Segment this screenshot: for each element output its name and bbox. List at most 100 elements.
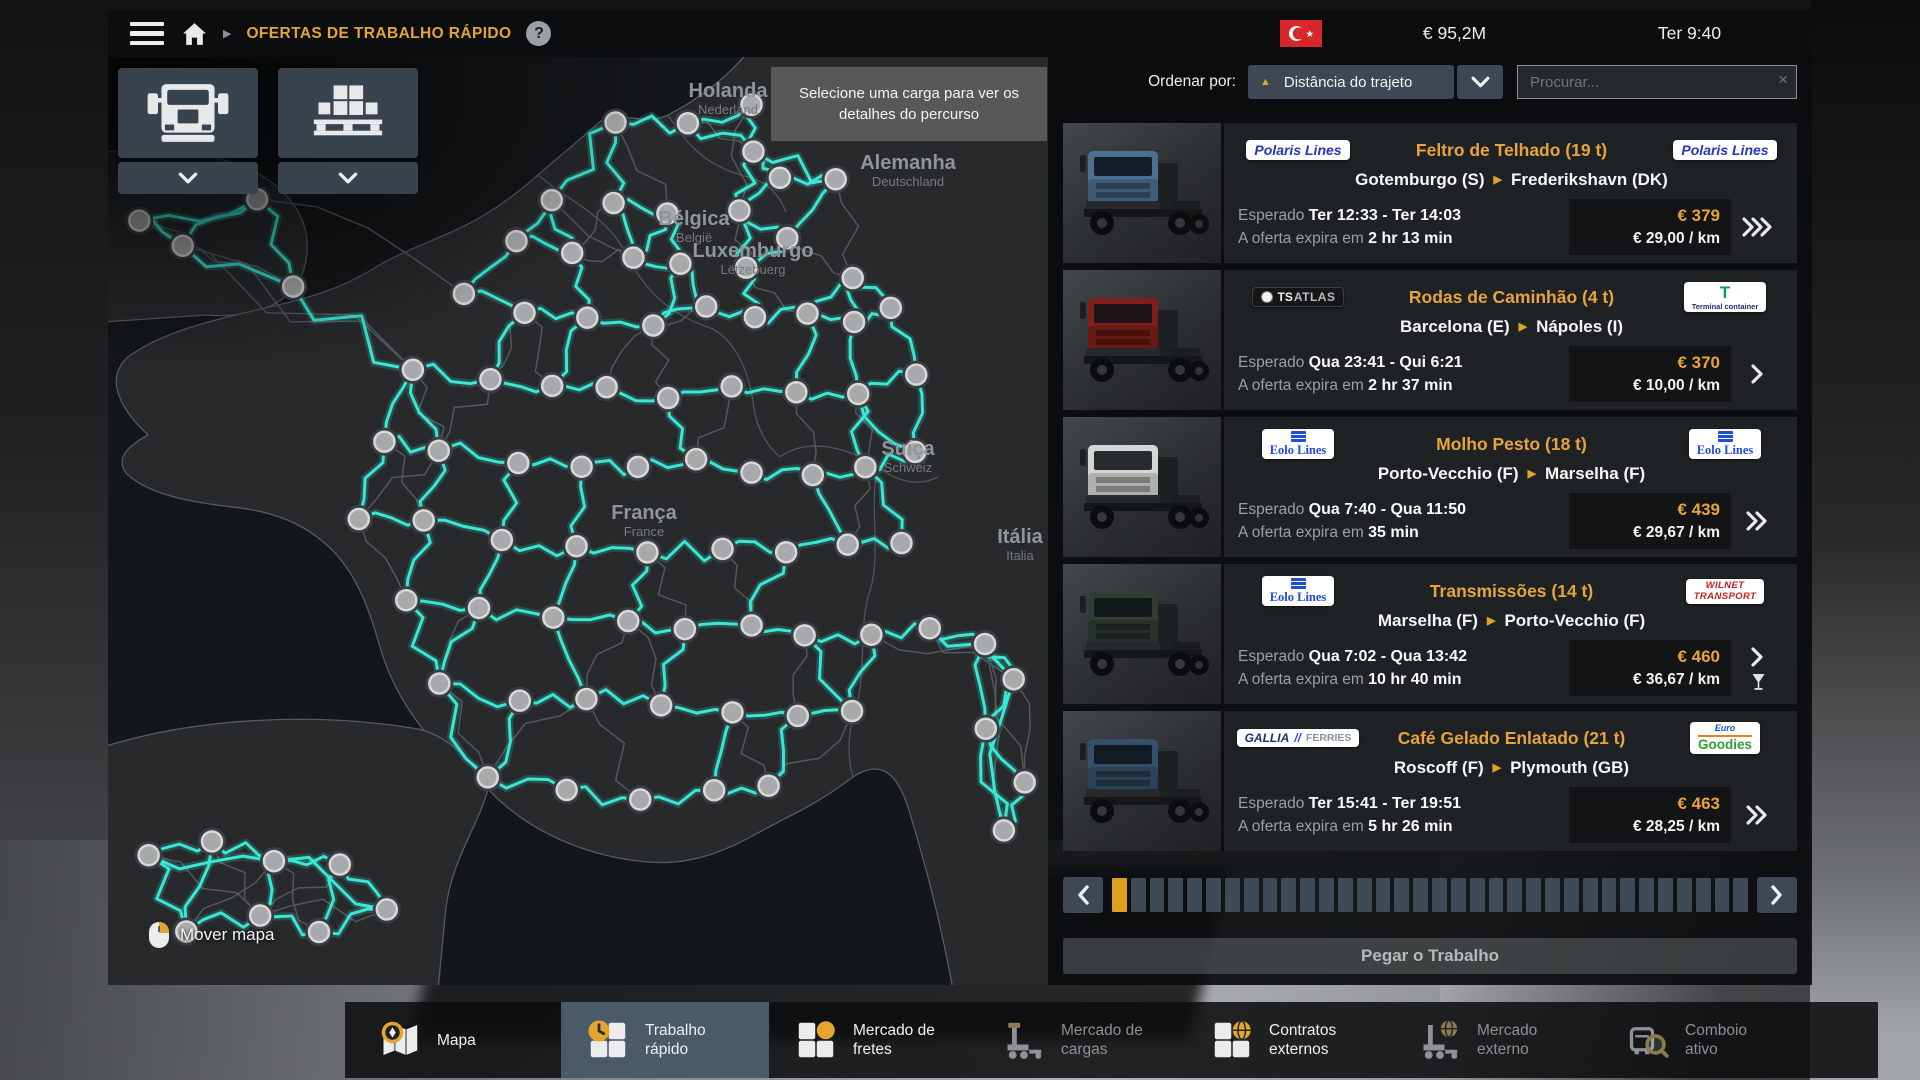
city-marker[interactable] [202, 831, 222, 851]
page-segment[interactable] [1413, 878, 1428, 912]
city-marker[interactable] [396, 590, 416, 610]
city-marker[interactable] [139, 845, 159, 865]
job-card[interactable]: Eolo Lines Transmissões (14 t) WILNETTRA… [1063, 564, 1797, 704]
page-segment[interactable] [1263, 878, 1278, 912]
city-marker[interactable] [630, 790, 650, 810]
city-marker[interactable] [881, 298, 901, 318]
city-marker[interactable] [506, 231, 526, 251]
city-marker[interactable] [542, 376, 562, 396]
page-segment[interactable] [1168, 878, 1183, 912]
city-marker[interactable] [786, 382, 806, 402]
city-marker[interactable] [742, 463, 762, 483]
city-marker[interactable] [597, 377, 617, 397]
take-job-button[interactable]: Pegar o Trabalho [1063, 938, 1797, 974]
city-marker[interactable] [330, 855, 350, 875]
nav-tab-quick-job[interactable]: Trabalho rápido [561, 1002, 769, 1078]
city-marker[interactable] [454, 284, 474, 304]
page-segment[interactable] [1733, 878, 1748, 912]
city-marker[interactable] [576, 689, 596, 709]
city-marker[interactable] [628, 457, 648, 477]
menu-icon[interactable] [128, 18, 166, 50]
city-marker[interactable] [637, 542, 657, 562]
page-segment[interactable] [1131, 878, 1146, 912]
city-marker[interactable] [606, 113, 626, 133]
city-marker[interactable] [759, 776, 779, 796]
page-segment[interactable] [1639, 878, 1654, 912]
page-segment[interactable] [1489, 878, 1504, 912]
page-segment[interactable] [1281, 878, 1296, 912]
city-marker[interactable] [283, 277, 303, 297]
city-marker[interactable] [1015, 772, 1035, 792]
search-clear-icon[interactable]: × [1778, 70, 1788, 90]
city-marker[interactable] [577, 308, 597, 328]
city-marker[interactable] [994, 820, 1014, 840]
city-marker[interactable] [604, 193, 624, 213]
nav-tab-map[interactable]: Mapa [353, 1002, 561, 1078]
city-marker[interactable] [696, 297, 716, 317]
city-marker[interactable] [572, 457, 592, 477]
nav-tab-external-contracts[interactable]: Contratos externos [1185, 1002, 1393, 1078]
home-icon[interactable] [181, 21, 208, 46]
city-marker[interactable] [891, 533, 911, 553]
city-marker[interactable] [678, 113, 698, 133]
city-marker[interactable] [508, 453, 528, 473]
city-marker[interactable] [722, 376, 742, 396]
page-segment[interactable] [1394, 878, 1409, 912]
page-segment[interactable] [1244, 878, 1259, 912]
city-marker[interactable] [776, 542, 796, 562]
city-marker[interactable] [976, 719, 996, 739]
page-segment[interactable] [1112, 878, 1127, 912]
page-segment[interactable] [1451, 878, 1466, 912]
city-marker[interactable] [643, 315, 663, 335]
city-marker[interactable] [414, 510, 434, 530]
city-marker[interactable] [492, 530, 512, 550]
page-segment[interactable] [1319, 878, 1334, 912]
city-marker[interactable] [844, 312, 864, 332]
city-marker[interactable] [469, 598, 489, 618]
sort-dropdown-chevron-button[interactable] [1457, 65, 1503, 99]
page-segment[interactable] [1432, 878, 1447, 912]
city-marker[interactable] [429, 441, 449, 461]
city-marker[interactable] [515, 303, 535, 323]
city-marker[interactable] [838, 535, 858, 555]
sort-dropdown[interactable]: ▲ Distância do trajeto [1248, 65, 1454, 99]
city-marker[interactable] [848, 384, 868, 404]
city-marker[interactable] [377, 899, 397, 919]
city-marker[interactable] [713, 539, 733, 559]
city-marker[interactable] [795, 625, 815, 645]
city-marker[interactable] [770, 168, 790, 188]
truck-filter-button[interactable] [118, 68, 258, 158]
page-segment[interactable] [1376, 878, 1391, 912]
city-marker[interactable] [264, 851, 284, 871]
page-segment[interactable] [1150, 878, 1165, 912]
city-marker[interactable] [975, 634, 995, 654]
cargo-filter-expand-button[interactable] [278, 162, 418, 194]
city-marker[interactable] [543, 608, 563, 628]
page-segment[interactable] [1715, 878, 1730, 912]
city-marker[interactable] [173, 236, 193, 256]
city-marker[interactable] [842, 701, 862, 721]
page-segment[interactable] [1602, 878, 1617, 912]
page-segment[interactable] [1526, 878, 1541, 912]
next-page-button[interactable] [1757, 877, 1797, 913]
page-segment[interactable] [1357, 878, 1372, 912]
page-segment[interactable] [1206, 878, 1221, 912]
route-map[interactable]: HolandaNederlandAlemanhaDeutschlandBélgi… [108, 57, 1048, 985]
page-segment[interactable] [1583, 878, 1598, 912]
city-marker[interactable] [861, 625, 881, 645]
city-marker[interactable] [429, 674, 449, 694]
city-marker[interactable] [623, 248, 643, 268]
city-marker[interactable] [478, 767, 498, 787]
city-marker[interactable] [1004, 669, 1024, 689]
city-marker[interactable] [557, 780, 577, 800]
page-segment[interactable] [1564, 878, 1579, 912]
job-card[interactable]: GALLIA//FERRIES Café Gelado Enlatado (21… [1063, 711, 1797, 851]
city-marker[interactable] [480, 369, 500, 389]
city-marker[interactable] [920, 618, 940, 638]
city-marker[interactable] [742, 615, 762, 635]
city-marker[interactable] [729, 200, 749, 220]
page-segment[interactable] [1507, 878, 1522, 912]
city-marker[interactable] [704, 780, 724, 800]
city-marker[interactable] [803, 465, 823, 485]
city-marker[interactable] [374, 432, 394, 452]
